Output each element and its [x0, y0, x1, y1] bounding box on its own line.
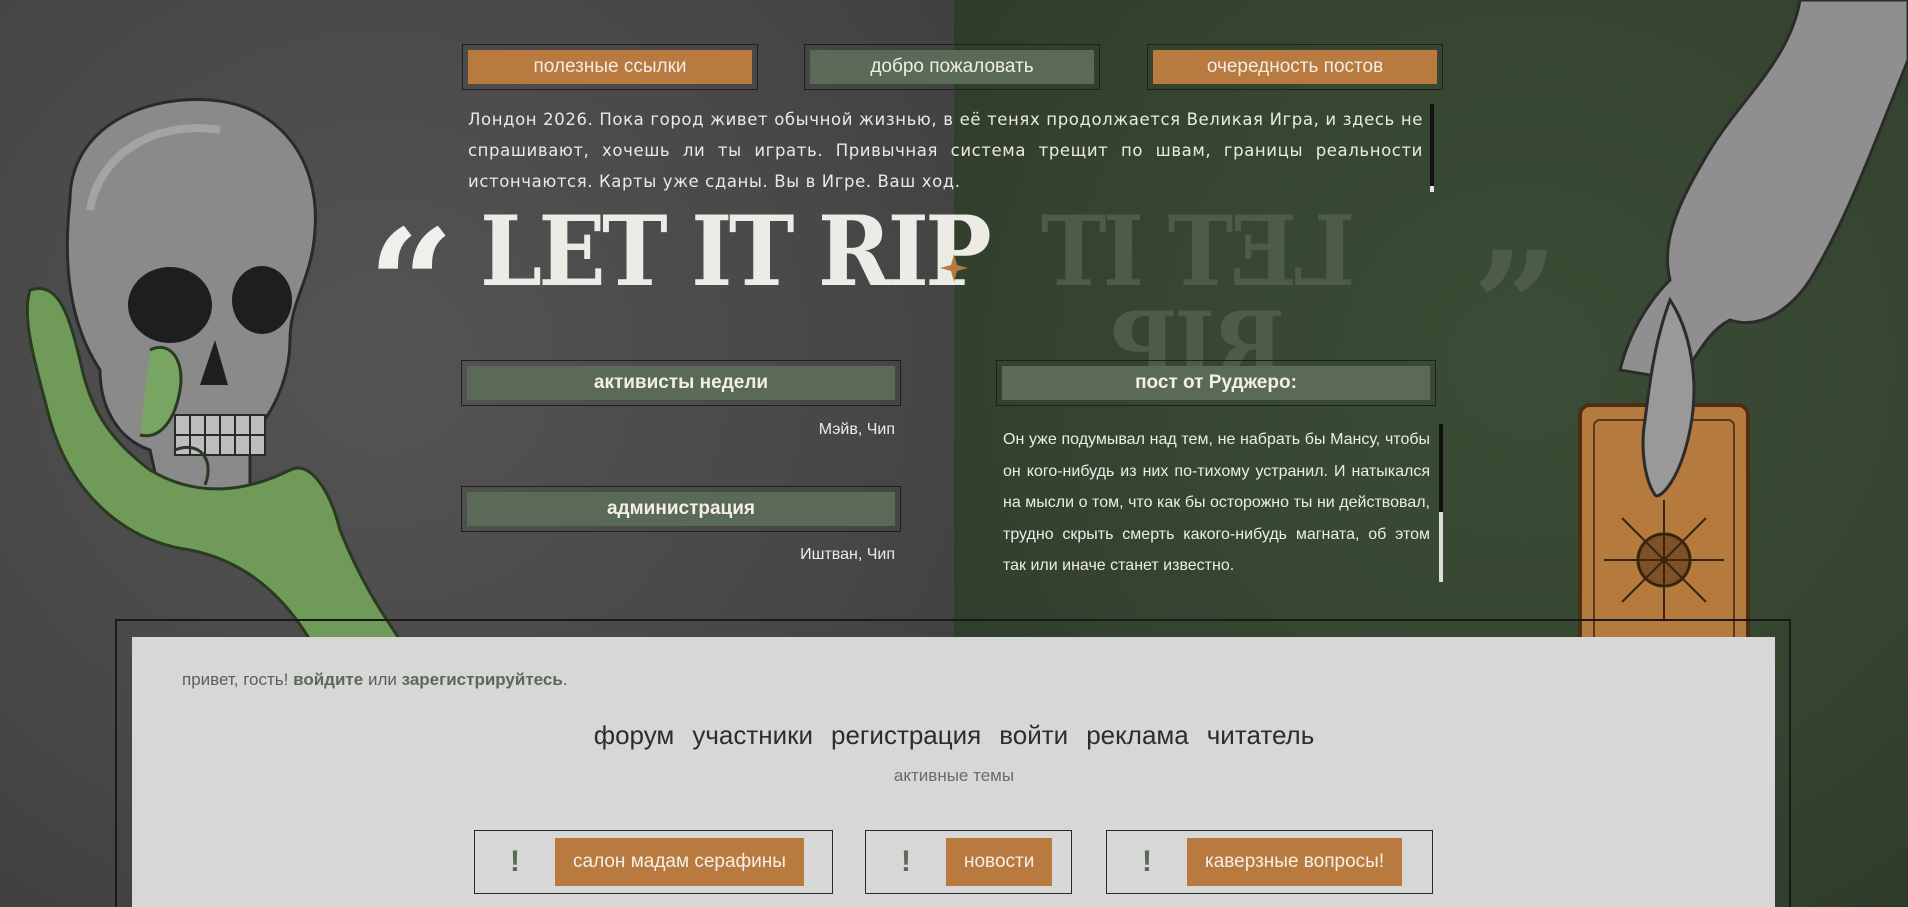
close-quote: ”: [1472, 219, 1559, 395]
intro-scrollbar[interactable]: [1430, 104, 1434, 192]
exclamation-icon: !: [510, 845, 520, 878]
administration-header: администрация: [461, 486, 901, 532]
welcome-button[interactable]: добро пожаловать: [804, 44, 1100, 90]
featured-post-text: Он уже подумывал над тем, не набрать бы …: [1003, 431, 1430, 574]
exclamation-icon: !: [901, 845, 911, 878]
post-order-button[interactable]: очередность постов: [1147, 44, 1443, 90]
administration-names: Иштван, Чип: [800, 546, 895, 563]
exclamation-icon: !: [1142, 845, 1152, 878]
open-quote: “: [368, 197, 455, 373]
week-activists-label: активисты недели: [467, 366, 895, 400]
main-nav: форум участники регистрация войти реклам…: [0, 720, 1908, 751]
nav-forum[interactable]: форум: [594, 720, 675, 751]
useful-links-label: полезные ссылки: [468, 50, 752, 84]
nav-login[interactable]: войти: [999, 720, 1068, 751]
featured-post-scrollbar[interactable]: [1439, 424, 1443, 582]
register-link[interactable]: зарегистрируйтесь: [402, 670, 563, 689]
active-topics-heading: активные темы: [893, 766, 1015, 785]
nav-ads[interactable]: реклама: [1086, 720, 1189, 751]
topic-label[interactable]: новости: [946, 838, 1053, 886]
week-activists-names: Мэйв, Чип: [818, 421, 895, 438]
featured-post-label: пост от Руджеро:: [1002, 366, 1430, 400]
greeting-prefix: привет, гость!: [182, 670, 289, 689]
nav-members[interactable]: участники: [692, 720, 813, 751]
site-title: LET IT RIP: [480, 195, 992, 308]
featured-post-header: пост от Руджеро:: [996, 360, 1436, 406]
week-activists-header: активисты недели: [461, 360, 901, 406]
intro-text: Лондон 2026. Пока город живет обычной жи…: [468, 110, 1423, 191]
four-point-star-icon: [940, 254, 968, 282]
topic-label[interactable]: каверзные вопросы!: [1187, 838, 1403, 886]
tarot-hand-icon: [1578, 0, 1908, 675]
nav-registration[interactable]: регистрация: [831, 720, 981, 751]
topic-card[interactable]: ! новости: [865, 830, 1072, 894]
post-order-label: очередность постов: [1153, 50, 1437, 84]
login-link[interactable]: войдите: [293, 670, 363, 689]
topic-card[interactable]: ! каверзные вопросы!: [1106, 830, 1433, 894]
topic-card[interactable]: ! салон мадам серафины: [474, 830, 833, 894]
welcome-label: добро пожаловать: [810, 50, 1094, 84]
administration-label: администрация: [467, 492, 895, 526]
useful-links-button[interactable]: полезные ссылки: [462, 44, 758, 90]
greeting-or: или: [367, 670, 397, 689]
greeting-suffix: .: [562, 670, 568, 689]
guest-greeting: привет, гость! войдите или зарегистрируй…: [182, 670, 568, 690]
nav-reader[interactable]: читатель: [1207, 720, 1315, 751]
topic-label[interactable]: салон мадам серафины: [555, 838, 804, 886]
